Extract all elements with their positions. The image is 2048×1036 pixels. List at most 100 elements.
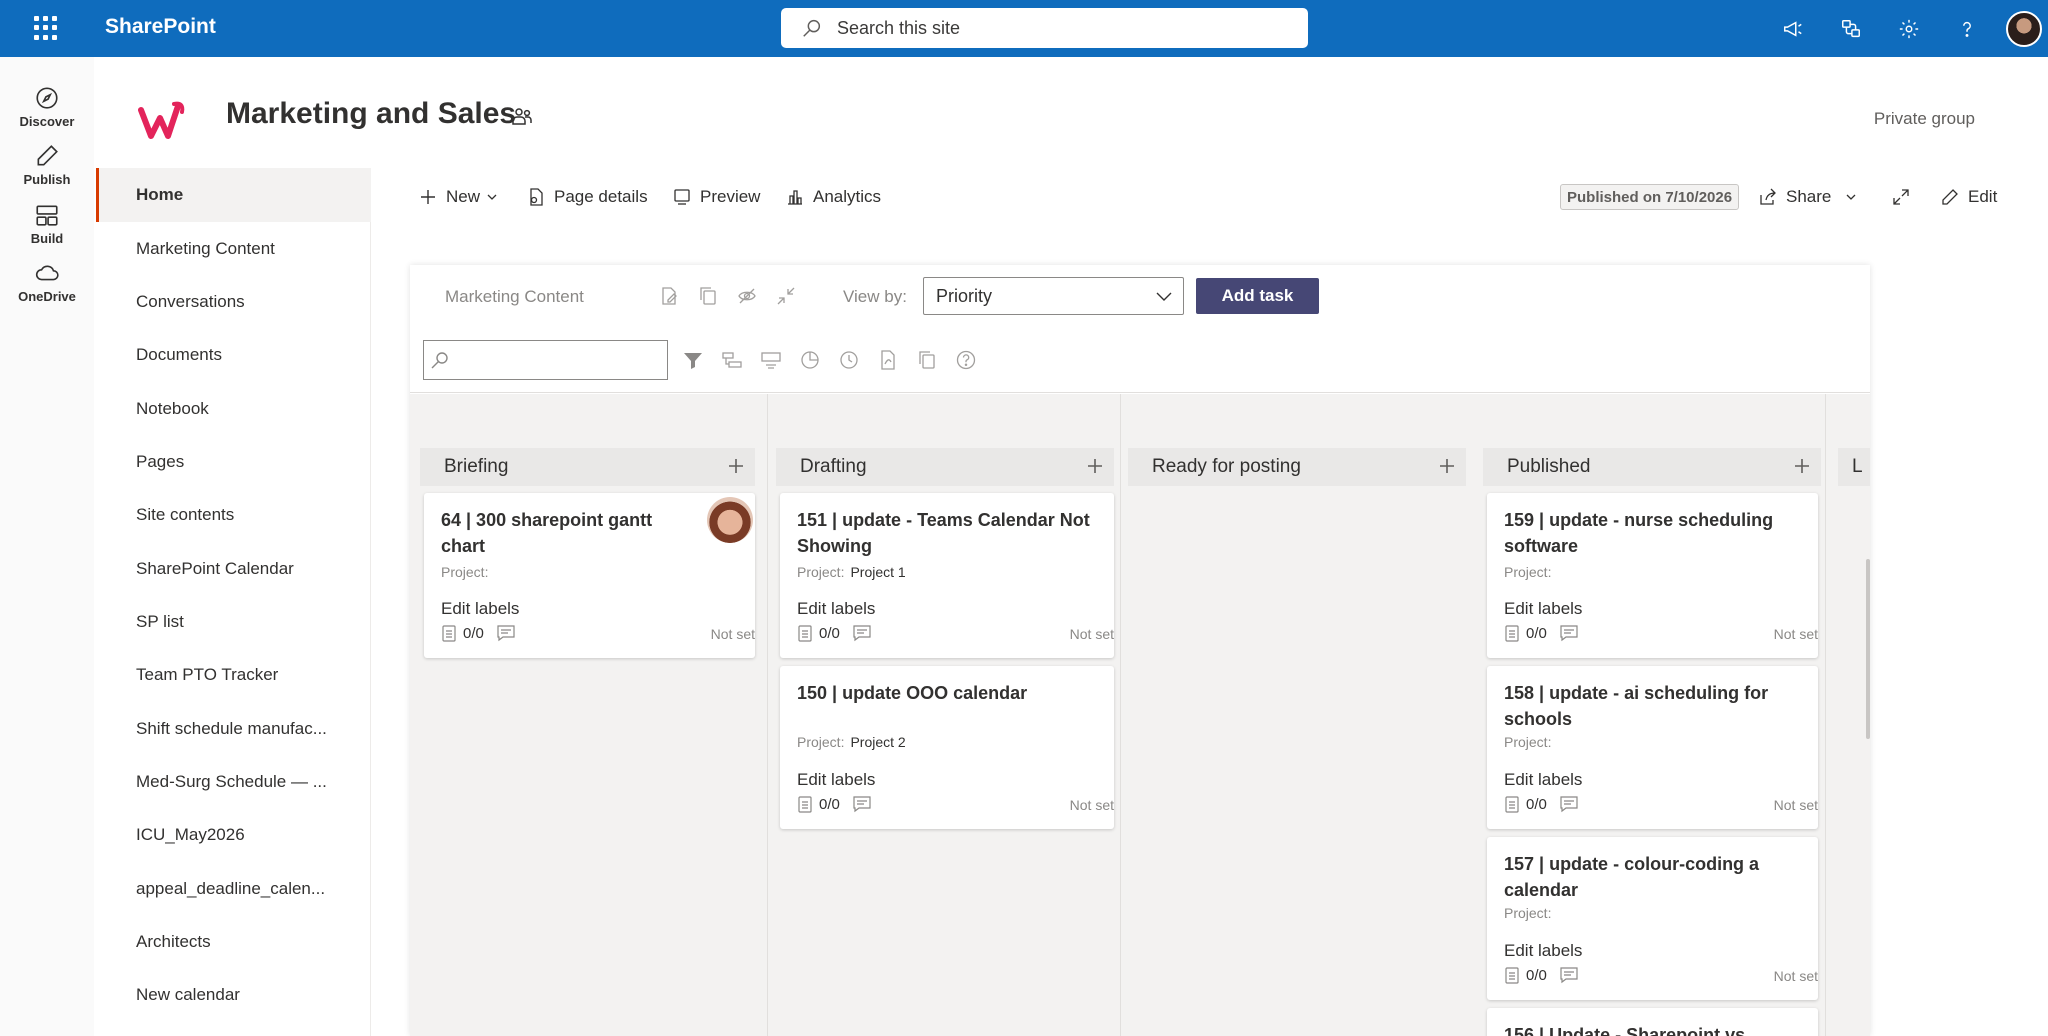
site-logo[interactable] bbox=[138, 96, 188, 146]
appbar-build[interactable]: Build bbox=[0, 202, 94, 246]
search-icon bbox=[431, 352, 448, 369]
nav-item-new-calendar[interactable]: New calendar bbox=[96, 968, 371, 1022]
bucket-header: Published bbox=[1483, 448, 1821, 486]
preview-button[interactable]: Preview bbox=[672, 182, 760, 212]
analytics-icon bbox=[788, 190, 802, 205]
edit-page-icon[interactable] bbox=[658, 285, 680, 307]
add-card-icon[interactable] bbox=[1438, 457, 1456, 475]
user-avatar[interactable] bbox=[2006, 10, 2042, 47]
comment-icon[interactable] bbox=[1559, 795, 1579, 813]
compass-icon bbox=[36, 87, 58, 109]
due-date[interactable]: Not set bbox=[1774, 626, 1818, 642]
task-card[interactable]: 150 | update OOO calendar Project: Projec… bbox=[780, 666, 1114, 829]
board-scrollbar[interactable] bbox=[1866, 559, 1870, 739]
checklist-icon bbox=[798, 796, 812, 813]
share-button[interactable]: Share bbox=[1758, 182, 1857, 212]
nav-item-conversations[interactable]: Conversations bbox=[96, 275, 371, 329]
expand-icon bbox=[1893, 189, 1909, 205]
checklist-icon bbox=[1505, 796, 1519, 813]
bucket-briefing: Briefing 64 | 300 sharepoint gantt chart… bbox=[420, 394, 765, 1036]
nav-item-shift-schedule[interactable]: Shift schedule manufac... bbox=[96, 702, 371, 756]
appbar-publish[interactable]: Publish bbox=[0, 143, 94, 187]
edit-labels-link[interactable]: Edit labels bbox=[1504, 770, 1582, 790]
announcements-icon[interactable] bbox=[1764, 0, 1822, 57]
cloud-icon bbox=[35, 265, 59, 281]
help-icon[interactable] bbox=[955, 349, 977, 371]
due-date[interactable]: Not set bbox=[711, 626, 755, 642]
planner-webpart: Marketing Content View by: Priority Add … bbox=[410, 265, 1870, 1036]
site-title[interactable]: Marketing and Sales bbox=[226, 97, 516, 131]
view-by-dropdown[interactable]: Priority bbox=[923, 277, 1184, 315]
settings-icon[interactable] bbox=[1880, 0, 1938, 57]
search-input[interactable] bbox=[837, 17, 1277, 39]
nav-item-team-pto-tracker[interactable]: Team PTO Tracker bbox=[96, 648, 371, 702]
group-by-icon[interactable] bbox=[721, 349, 743, 371]
chart-icon[interactable] bbox=[799, 349, 821, 371]
layout-icon bbox=[36, 205, 58, 226]
feedback-icon[interactable] bbox=[1822, 0, 1880, 57]
add-task-button[interactable]: Add task bbox=[1196, 278, 1319, 314]
assignee-avatar[interactable] bbox=[707, 497, 753, 543]
history-icon[interactable] bbox=[838, 349, 860, 371]
checklist-icon bbox=[1505, 967, 1519, 984]
due-date[interactable]: Not set bbox=[1070, 626, 1114, 642]
add-card-icon[interactable] bbox=[727, 457, 745, 475]
checklist-icon bbox=[798, 625, 812, 642]
task-card[interactable]: 159 | update - nurse scheduling software… bbox=[1487, 493, 1818, 658]
nav-item-architects[interactable]: Architects bbox=[96, 915, 371, 969]
edit-labels-link[interactable]: Edit labels bbox=[1504, 941, 1582, 961]
new-button[interactable]: New bbox=[418, 182, 498, 212]
due-date[interactable]: Not set bbox=[1774, 968, 1818, 984]
nav-item-med-surg-schedule[interactable]: Med-Surg Schedule — ... bbox=[96, 755, 371, 809]
task-card[interactable]: 157 | update - colour-coding a calendar … bbox=[1487, 837, 1818, 1000]
edit-labels-link[interactable]: Edit labels bbox=[797, 770, 875, 790]
nav-item-appeal-deadline[interactable]: appeal_deadline_calen... bbox=[96, 862, 371, 916]
comment-icon[interactable] bbox=[1559, 966, 1579, 984]
nav-item-notebook[interactable]: Notebook bbox=[96, 382, 371, 436]
edit-labels-link[interactable]: Edit labels bbox=[1504, 599, 1582, 619]
nav-item-sharepoint-calendar[interactable]: SharePoint Calendar bbox=[96, 542, 371, 596]
expand-button[interactable] bbox=[1891, 182, 1919, 212]
nav-item-marketing-content[interactable]: Marketing Content bbox=[96, 222, 371, 276]
nav-item-pages[interactable]: Pages bbox=[96, 435, 371, 489]
comment-icon[interactable] bbox=[496, 624, 516, 642]
app-launcher-icon[interactable] bbox=[34, 16, 58, 40]
collapse-icon[interactable] bbox=[775, 285, 797, 307]
comment-icon[interactable] bbox=[852, 624, 872, 642]
analytics-button[interactable]: Analytics bbox=[785, 182, 881, 212]
appbar-onedrive[interactable]: OneDrive bbox=[0, 260, 94, 304]
nav-item-icu-may2026[interactable]: ICU_May2026 bbox=[96, 808, 371, 862]
nav-item-documents[interactable]: Documents bbox=[96, 328, 371, 382]
appbar-discover[interactable]: Discover bbox=[0, 85, 94, 129]
nav-item-site-contents[interactable]: Site contents bbox=[96, 488, 371, 542]
board-settings-icon[interactable] bbox=[760, 349, 782, 371]
add-card-icon[interactable] bbox=[1086, 457, 1104, 475]
nav-item-sp-list[interactable]: SP list bbox=[96, 595, 371, 649]
edit-labels-link[interactable]: Edit labels bbox=[441, 599, 519, 619]
task-card[interactable]: 158 | update - ai scheduling for schools… bbox=[1487, 666, 1818, 829]
task-card[interactable]: 156 | Update - Sharepoint vs bbox=[1487, 1008, 1818, 1036]
site-search-box[interactable] bbox=[781, 8, 1308, 48]
help-icon[interactable] bbox=[1938, 0, 1996, 57]
comment-icon[interactable] bbox=[852, 795, 872, 813]
comment-icon[interactable] bbox=[1559, 624, 1579, 642]
link-hide-icon[interactable] bbox=[736, 285, 758, 307]
sharepoint-brand[interactable]: SharePoint bbox=[105, 15, 216, 39]
task-card[interactable]: 151 | update - Teams Calendar Not Showin… bbox=[780, 493, 1114, 658]
group-icon[interactable] bbox=[510, 104, 534, 128]
edit-button[interactable]: Edit bbox=[1940, 182, 1997, 212]
task-search-box[interactable] bbox=[423, 340, 668, 380]
pdf-icon[interactable] bbox=[877, 349, 899, 371]
checklist-icon bbox=[442, 625, 456, 642]
due-date[interactable]: Not set bbox=[1774, 797, 1818, 813]
duplicate-icon[interactable] bbox=[916, 349, 938, 371]
page-details-button[interactable]: Page details bbox=[526, 182, 648, 212]
copy-icon[interactable] bbox=[697, 285, 719, 307]
nav-item-home[interactable]: Home bbox=[96, 168, 371, 222]
task-card[interactable]: 64 | 300 sharepoint gantt chart Project:… bbox=[424, 493, 755, 658]
edit-labels-link[interactable]: Edit labels bbox=[797, 599, 875, 619]
add-card-icon[interactable] bbox=[1793, 457, 1811, 475]
view-by-label: View by: bbox=[843, 287, 907, 306]
due-date[interactable]: Not set bbox=[1070, 797, 1114, 813]
filter-icon[interactable] bbox=[682, 349, 704, 371]
